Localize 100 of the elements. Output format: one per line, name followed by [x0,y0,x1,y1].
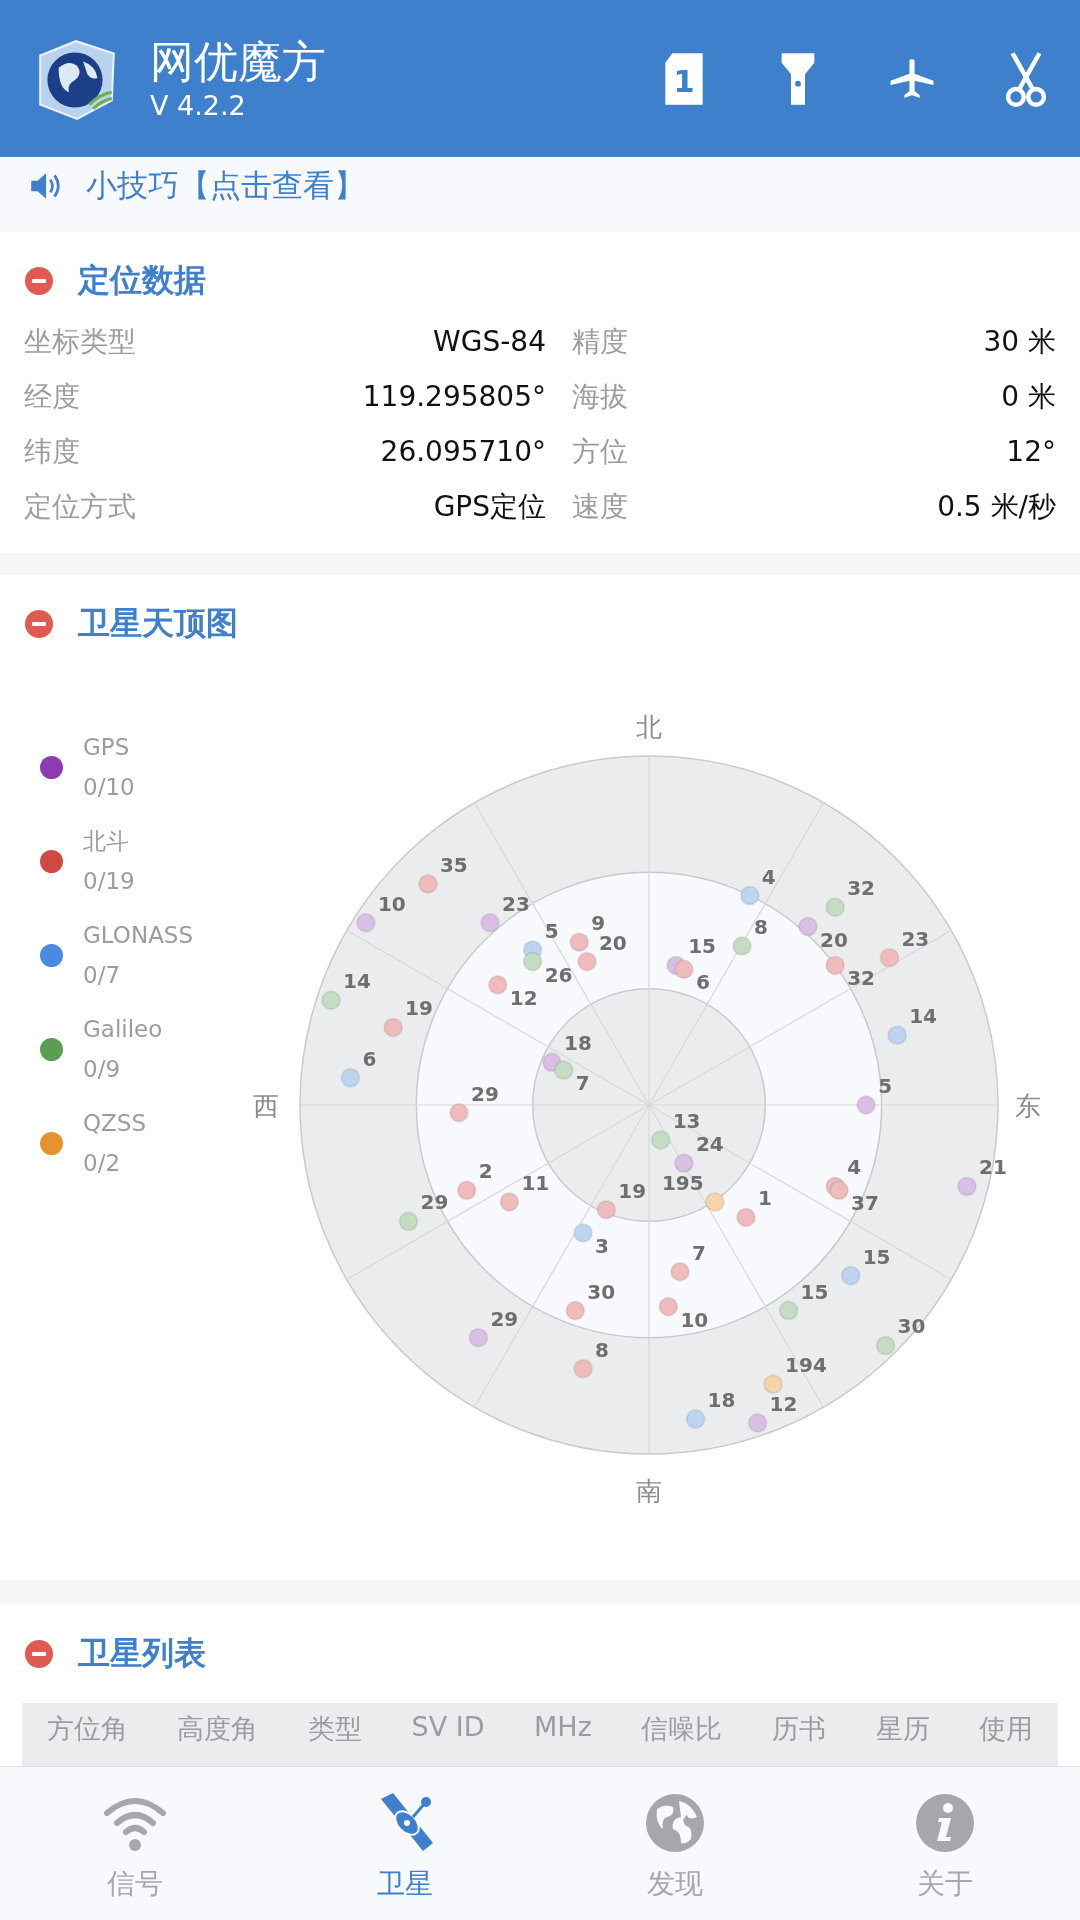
satellite-number: 7 [692,1240,706,1265]
field-label: 方位 [571,433,629,470]
satellite-number: 26 [544,962,573,987]
north-label: 北 [636,712,662,742]
field-label: 精度 [571,323,629,360]
field-label: 速度 [571,488,629,525]
satellite-number: 4 [761,864,776,889]
satellite-number: 12 [769,1392,798,1416]
satellite-number: 8 [595,1337,609,1362]
column-header: 使用 [979,1712,1034,1745]
satellite-number: 32 [847,966,875,991]
legend-count: 0/19 [83,867,135,896]
legend-label: 北斗 [83,827,130,856]
nav-tab[interactable]: 信号 [0,1767,270,1920]
app-title: 网优魔方 [150,34,326,89]
satellite-number: 35 [439,852,468,877]
satellite-number: 11 [521,1170,550,1195]
legend-count: 0/2 [83,1149,121,1178]
legend-count: 0/9 [83,1055,121,1084]
satellite-number: 29 [471,1081,499,1106]
satellite-number: 14 [909,1004,937,1029]
section-title: 卫星天顶图 [78,603,238,644]
satellite-number: 19 [405,996,433,1021]
field-label: 定位方式 [24,488,137,525]
satellite-number: 6 [362,1046,377,1071]
satellite-number: 30 [897,1314,926,1339]
tip-link[interactable]: 小技巧【点击查看】 [86,165,365,205]
satellite-number: 10 [377,891,406,916]
nav-tab[interactable]: 卫星 [270,1767,540,1920]
field-label: 纬度 [24,433,81,470]
field-label: 海拔 [571,378,629,415]
field-value: 119.295805° [361,380,546,413]
satellite-number: 14 [343,969,371,994]
satellite-number: 8 [754,915,768,939]
nav-tab[interactable]: 发现 [540,1767,810,1920]
legend-label: GLONASS [83,921,194,950]
satellite-number: 15 [800,1279,829,1304]
column-header: 方位角 [46,1712,128,1745]
collapse-icon[interactable] [24,1639,54,1669]
east-label: 东 [1015,1091,1041,1121]
satellite-number: 2 [478,1159,493,1184]
column-header: SV ID [411,1711,485,1744]
field-label: 经度 [24,378,81,415]
field-value: 26.095710° [379,435,546,468]
legend-label: QZSS [83,1109,147,1138]
nav-tab[interactable]: 关于 [810,1767,1080,1920]
satellite-number: 3 [595,1233,609,1258]
field-label: 坐标类型 [24,323,137,360]
satellite-number: 5 [878,1074,893,1098]
section-title: 卫星列表 [78,1633,206,1674]
field-value: WGS-84 [432,325,546,358]
satellite-number: 12 [509,985,538,1010]
legend-label: Galileo [83,1015,163,1044]
south-label: 南 [636,1476,662,1506]
satellite-number: 30 [587,1279,616,1304]
west-label: 西 [253,1091,279,1121]
satellite-number: 23 [901,926,930,951]
section-title: 定位数据 [78,260,206,301]
satellite-number: 10 [680,1307,709,1332]
satellite-number: 29 [420,1190,449,1215]
info-icon [913,1791,977,1855]
satellite-number: 4 [847,1155,862,1180]
satellite-number: 24 [695,1132,724,1157]
legend-count: 0/10 [83,773,135,802]
satellite-number: 194 [785,1353,827,1378]
satellite-number: 5 [544,918,559,943]
satellite-number: 20 [820,927,848,952]
satellite-number: 29 [490,1306,519,1331]
collapse-icon[interactable] [24,266,54,296]
satellite-number: 15 [688,934,716,959]
satellite-number: 21 [979,1155,1007,1180]
field-value: GPS定位 [432,488,546,525]
satellite-number: 195 [661,1170,704,1195]
field-value: 0.5 米/秒 [936,488,1056,525]
column-header: 高度角 [177,1712,259,1745]
legend-count: 0/7 [83,961,121,990]
satellite-number: 15 [862,1244,891,1269]
legend-label: GPS [83,733,131,762]
satellite-number: 23 [502,891,530,916]
globe-icon [643,1791,707,1855]
column-header: 历书 [772,1712,826,1745]
tip-bar[interactable]: 小技巧【点击查看】 [0,157,1080,232]
satellite-number: 18 [564,1031,592,1056]
version-label: V 4.2.2 [150,88,247,123]
column-header: MHz [534,1711,592,1744]
column-header: 星历 [875,1712,930,1745]
satellite-number: 37 [851,1191,879,1216]
satellite-number: 32 [847,876,875,901]
field-value: 0 米 [1000,378,1056,415]
satellite-number: 19 [618,1178,647,1203]
satellite-number: 18 [707,1388,736,1413]
satellite-number: 13 [672,1108,701,1133]
field-value: 30 米 [982,323,1056,360]
satellite-number: 7 [575,1071,590,1096]
field-value: 12° [1005,435,1056,468]
satellite-number: 6 [695,970,710,995]
collapse-icon[interactable] [24,609,54,639]
column-header: 类型 [307,1712,362,1745]
satellite-number: 1 [757,1186,772,1211]
column-header: 信噪比 [641,1712,723,1745]
